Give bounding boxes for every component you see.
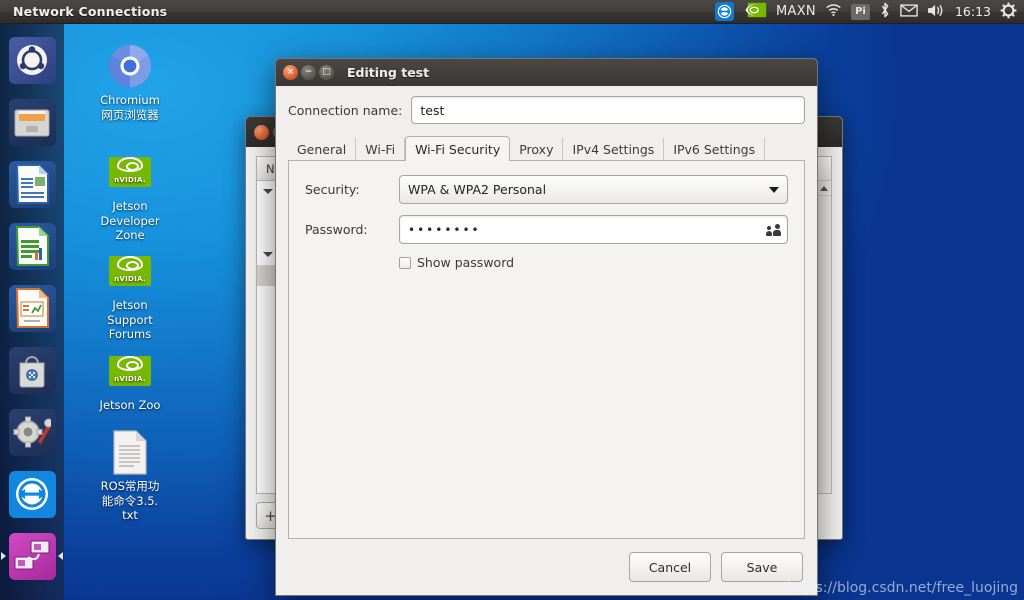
chevron-down-icon xyxy=(769,186,779,193)
desktop-icon-ros-commands-txt[interactable]: ROS常用功 能命令3.5. txt xyxy=(74,428,186,523)
bg-close-icon[interactable] xyxy=(254,124,269,140)
tab-ipv6-settings[interactable]: IPv6 Settings xyxy=(664,138,766,160)
files-icon xyxy=(8,98,56,146)
connection-name-row: Connection name: test xyxy=(288,96,805,124)
launcher-item-ubuntu-software[interactable] xyxy=(0,339,64,401)
power-mode-label[interactable]: MAXN xyxy=(776,4,816,19)
scroll-up-button[interactable] xyxy=(817,181,831,196)
libreoffice-calc-icon xyxy=(8,222,56,270)
users-icon[interactable] xyxy=(766,223,781,236)
pi-indicator[interactable]: Pi xyxy=(850,3,870,20)
launcher-item-libreoffice-impress[interactable] xyxy=(0,277,64,339)
launcher-item-teamviewer[interactable] xyxy=(0,463,64,525)
show-password-label: Show password xyxy=(417,255,515,270)
dialog-title: Editing test xyxy=(347,65,430,80)
system-settings-icon xyxy=(8,408,56,456)
ubuntu-dash-icon xyxy=(8,36,56,84)
security-label: Security: xyxy=(305,182,360,197)
clock[interactable]: 16:13 xyxy=(955,4,991,19)
password-input[interactable]: •••••••• xyxy=(399,215,788,244)
launcher-item-ubuntu-dash[interactable] xyxy=(0,29,64,91)
chevron-up-icon xyxy=(820,185,828,191)
connection-name-label: Connection name: xyxy=(288,102,403,118)
dialog-footer: Cancel Save xyxy=(276,539,817,595)
tab-wifi-security[interactable]: Wi-Fi Security xyxy=(405,136,511,161)
trash-icon xyxy=(9,595,56,600)
top-panel: Network Connections MAXN Pi 16:13 xyxy=(0,0,1024,24)
chevron-down-icon[interactable] xyxy=(263,189,273,194)
password-label: Password: xyxy=(305,222,368,237)
dialog-tabs: General Wi-Fi Wi-Fi Security Proxy IPv4 … xyxy=(288,135,805,161)
watermark: https://blog.csdn.net/free_luojing xyxy=(786,580,1018,596)
connection-name-input[interactable]: test xyxy=(411,96,805,124)
close-icon[interactable]: × xyxy=(283,65,298,80)
minimize-icon[interactable]: − xyxy=(301,65,316,80)
nvidia-icon: nVIDIA. xyxy=(74,347,186,395)
wifi-security-panel: Security: WPA & WPA2 Personal Password: … xyxy=(288,160,805,539)
launcher-item-system-settings[interactable] xyxy=(0,401,64,463)
volume-icon[interactable] xyxy=(927,3,946,21)
desktop-icon-jetson-support-forums[interactable]: nVIDIA. Jetson Support Forums xyxy=(74,247,186,342)
libreoffice-writer-icon xyxy=(8,160,56,208)
panel-window-title: Network Connections xyxy=(13,4,168,19)
launcher-item-remmina[interactable] xyxy=(0,525,64,587)
remmina-icon xyxy=(8,532,56,580)
maximize-icon[interactable]: □ xyxy=(319,65,334,80)
chevron-down-icon[interactable] xyxy=(263,252,273,257)
nvidia-icon: nVIDIA. xyxy=(74,247,186,295)
launcher-item-files[interactable] xyxy=(0,91,64,153)
nvidia-wordmark: nVIDIA. xyxy=(114,374,146,383)
dialog-content: Connection name: test General Wi-Fi Wi-F… xyxy=(276,86,817,539)
show-password-row[interactable]: Show password xyxy=(399,255,788,270)
teamviewer-icon[interactable] xyxy=(715,2,735,21)
desktop-icon-chromium[interactable]: Chromium 网页浏览器 xyxy=(74,42,186,122)
tab-proxy[interactable]: Proxy xyxy=(510,138,564,160)
cancel-button[interactable]: Cancel xyxy=(629,552,711,582)
libreoffice-impress-icon xyxy=(8,284,56,332)
show-password-checkbox[interactable] xyxy=(399,256,411,269)
vertical-scrollbar[interactable] xyxy=(816,181,831,493)
nvidia-wordmark: nVIDIA. xyxy=(114,274,146,283)
security-select[interactable]: WPA & WPA2 Personal xyxy=(399,175,788,204)
chromium-icon xyxy=(74,42,186,90)
running-indicator-left-icon xyxy=(1,552,6,560)
tab-wifi[interactable]: Wi-Fi xyxy=(356,138,406,160)
launcher-item-trash[interactable] xyxy=(0,587,64,600)
gear-icon[interactable] xyxy=(1000,2,1017,22)
desktop-icon-jetson-developer-zone[interactable]: nVIDIA. Jetson Developer Zone xyxy=(74,148,186,243)
launcher-item-libreoffice-writer[interactable] xyxy=(0,153,64,215)
tab-general[interactable]: General xyxy=(288,138,357,160)
nvidia-wordmark: nVIDIA. xyxy=(114,175,146,184)
teamviewer-icon xyxy=(8,470,56,518)
password-row: Password: •••••••• xyxy=(305,215,788,244)
close-glyph: × xyxy=(286,67,295,77)
mail-icon[interactable] xyxy=(900,3,918,20)
password-masked-value: •••••••• xyxy=(408,222,481,237)
bluetooth-icon[interactable] xyxy=(879,2,891,21)
save-button[interactable]: Save xyxy=(721,552,803,582)
nvidia-icon[interactable] xyxy=(743,2,767,21)
editing-connection-dialog[interactable]: × − □ Editing test Connection name: test… xyxy=(275,58,818,596)
nvidia-icon: nVIDIA. xyxy=(74,148,186,196)
panel-indicators: MAXN Pi 16:13 xyxy=(715,2,1024,22)
minimize-glyph: − xyxy=(304,67,313,77)
wifi-icon[interactable] xyxy=(825,3,842,20)
ubuntu-software-icon xyxy=(8,346,56,394)
desktop-icon-label: Jetson Developer Zone xyxy=(100,199,160,242)
security-row: Security: WPA & WPA2 Personal xyxy=(305,175,788,204)
desktop-icon-jetson-zoo[interactable]: nVIDIA. Jetson Zoo xyxy=(74,347,186,413)
security-selected-value: WPA & WPA2 Personal xyxy=(408,182,547,197)
maximize-glyph: □ xyxy=(322,67,331,77)
launcher-item-libreoffice-calc[interactable] xyxy=(0,215,64,277)
desktop-icon-label: Jetson Zoo xyxy=(99,398,161,412)
desktop-icon-label: Chromium 网页浏览器 xyxy=(100,93,160,122)
tab-ipv4-settings[interactable]: IPv4 Settings xyxy=(563,138,665,160)
desktop-icon-label: ROS常用功 能命令3.5. txt xyxy=(100,479,160,522)
text-file-icon xyxy=(74,428,186,476)
unity-launcher xyxy=(0,24,64,600)
dialog-titlebar[interactable]: × − □ Editing test xyxy=(276,59,817,86)
running-indicator-right-icon xyxy=(58,552,63,560)
desktop-icon-label: Jetson Support Forums xyxy=(107,298,153,341)
